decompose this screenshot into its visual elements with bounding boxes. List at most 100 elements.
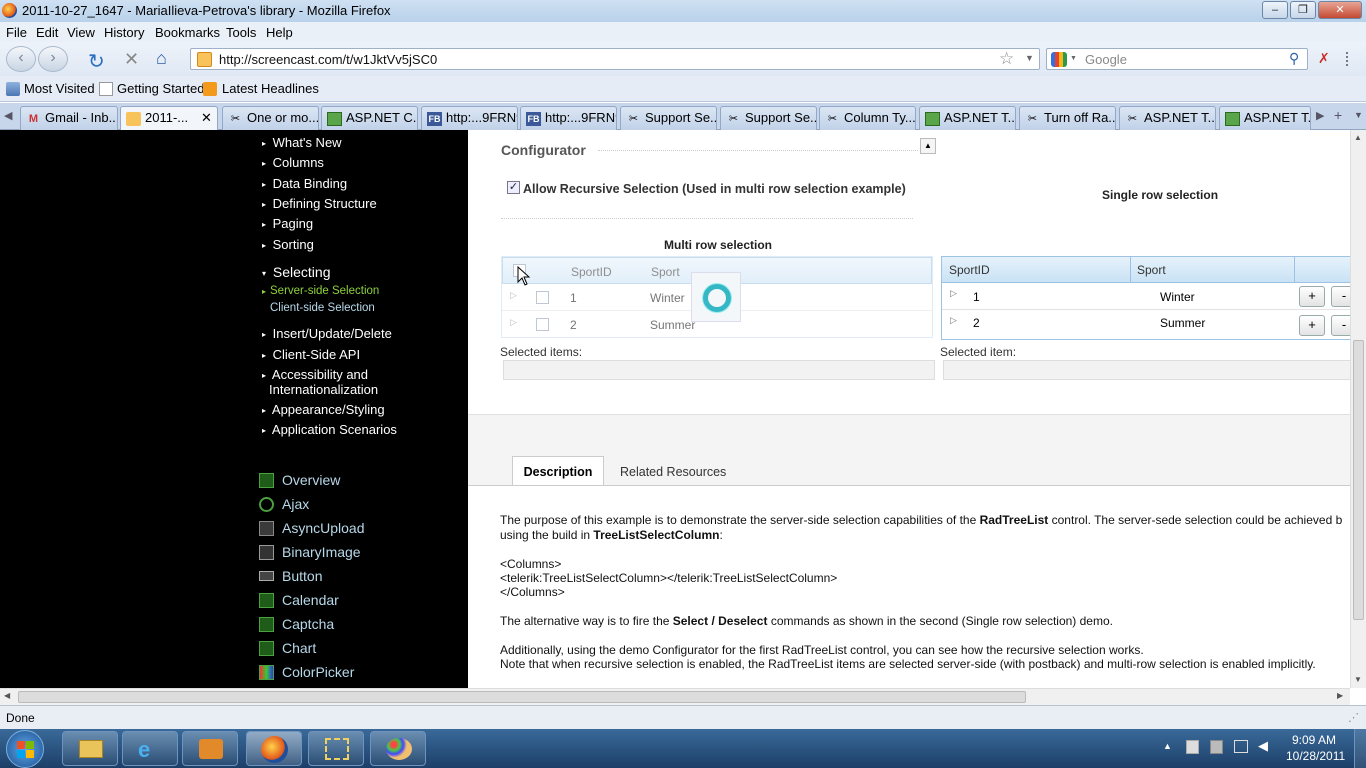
google-engine-icon[interactable]	[1051, 52, 1067, 67]
close-button[interactable]: ✕	[1318, 1, 1362, 19]
scroll-right-icon[interactable]: ▶	[1337, 691, 1343, 700]
tray-flag-icon[interactable]	[1186, 740, 1199, 754]
tab-gmail[interactable]: M Gmail - Inb...	[20, 106, 118, 130]
menu-file[interactable]: File	[6, 25, 27, 40]
bookmark-most-visited[interactable]: Most Visited	[24, 81, 95, 96]
recursive-selection-checkbox[interactable]: ✓	[507, 181, 520, 194]
taskbar-firefox[interactable]	[246, 731, 302, 766]
deselect-row-button[interactable]: -	[1331, 286, 1350, 307]
url-dropdown-icon[interactable]: ▼	[1025, 53, 1034, 63]
deselect-row-button[interactable]: -	[1331, 315, 1350, 336]
header-sportid[interactable]: SportID	[949, 263, 990, 277]
menu-tools[interactable]: Tools	[226, 25, 256, 40]
bookmark-latest-headlines[interactable]: Latest Headlines	[222, 81, 319, 96]
nav-client-side-api[interactable]: ▸ Client-Side API	[262, 347, 360, 362]
url-bar[interactable]: http://screencast.com/t/w1JktVv5jSC0 ☆ ▼	[190, 48, 1040, 70]
expand-icon[interactable]: ▷	[510, 290, 517, 301]
nav-selecting[interactable]: ▾ Selecting	[262, 264, 330, 280]
tab-10[interactable]: ASP.NET T...	[919, 106, 1016, 130]
tab-6[interactable]: FB http:...9FRN9	[520, 106, 617, 130]
addon-icon[interactable]: ✗	[1318, 50, 1330, 67]
tab-9[interactable]: ✂ Column Ty...	[819, 106, 916, 130]
nav-data-binding[interactable]: ▸ Data Binding	[262, 176, 347, 191]
nav-whats-new[interactable]: ▸ What's New	[262, 135, 342, 150]
horizontal-scroll-thumb[interactable]	[18, 691, 1026, 703]
taskbar-paint[interactable]	[370, 731, 426, 766]
tab-12[interactable]: ✂ ASP.NET T...	[1119, 106, 1216, 130]
tray-device-icon[interactable]	[1210, 740, 1223, 754]
nav-sorting[interactable]: ▸ Sorting	[262, 237, 314, 252]
control-asyncupload[interactable]: AsyncUpload	[259, 520, 365, 536]
tab-close-icon[interactable]: ✕	[201, 110, 212, 126]
select-row-button[interactable]: +	[1299, 315, 1325, 336]
control-colorpicker[interactable]: ColorPicker	[259, 664, 354, 680]
expand-icon[interactable]: ▷	[950, 288, 957, 299]
taskbar-snipping[interactable]	[308, 731, 364, 766]
nav-client-side-selection[interactable]: Client-side Selection	[270, 302, 375, 314]
search-icon[interactable]: ⚲	[1289, 50, 1299, 67]
control-button[interactable]: Button	[259, 568, 322, 584]
forward-button[interactable]: ›	[38, 46, 68, 72]
vertical-scrollbar[interactable]: ▲ ▼	[1350, 130, 1366, 688]
tab-3[interactable]: ✂ One or mo...	[222, 106, 319, 130]
show-desktop-button[interactable]	[1354, 729, 1366, 768]
menu-bookmarks[interactable]: Bookmarks	[155, 25, 220, 40]
nav-server-side-selection[interactable]: Server-side Selection	[270, 285, 379, 297]
maximize-button[interactable]: ❐	[1290, 1, 1316, 19]
engine-dropdown-icon[interactable]: ▼	[1070, 55, 1077, 62]
control-ajax[interactable]: Ajax	[259, 496, 309, 512]
horizontal-scrollbar[interactable]: ◀ ▶	[0, 688, 1350, 705]
collapse-configurator-button[interactable]: ▲	[920, 138, 936, 154]
search-input[interactable]: Google	[1085, 52, 1127, 67]
nav-internationalization[interactable]: Internationalization	[269, 382, 378, 397]
tab-13[interactable]: ASP.NET T...	[1219, 106, 1311, 130]
control-calendar[interactable]: Calendar	[259, 592, 339, 608]
nav-appearance-styling[interactable]: ▸ Appearance/Styling	[262, 402, 385, 417]
nav-accessibility[interactable]: ▸ Accessibility and	[262, 367, 368, 382]
new-tab-icon[interactable]: +	[1334, 107, 1342, 123]
nav-columns[interactable]: ▸ Columns	[262, 155, 324, 170]
search-bar[interactable]: ▼ Google ⚲	[1046, 48, 1308, 70]
menu-history[interactable]: History	[104, 25, 144, 40]
minimize-button[interactable]: –	[1262, 1, 1288, 19]
header-sportid[interactable]: SportID	[571, 265, 612, 279]
tab-11[interactable]: ✂ Turn off Ra...	[1019, 106, 1116, 130]
tab-description[interactable]: Description	[512, 456, 604, 486]
expand-icon[interactable]: ▷	[950, 315, 957, 326]
start-button[interactable]	[6, 730, 44, 768]
reload-icon[interactable]: ↻	[88, 49, 105, 74]
url-text[interactable]: http://screencast.com/t/w1JktVv5jSC0	[219, 52, 437, 67]
select-row-button[interactable]: +	[1299, 286, 1325, 307]
clock-time[interactable]: 9:09 AM	[1292, 733, 1336, 747]
nav-insert-update-delete[interactable]: ▸ Insert/Update/Delete	[262, 326, 392, 341]
nav-paging[interactable]: ▸ Paging	[262, 216, 313, 231]
table-row[interactable]: ▷ 1 Winter + -	[942, 283, 1350, 310]
bookmark-star-icon[interactable]: ☆	[999, 49, 1014, 69]
control-captcha[interactable]: Captcha	[259, 616, 334, 632]
taskbar-ie[interactable]: e	[122, 731, 178, 766]
scroll-down-icon[interactable]: ▼	[1354, 675, 1362, 684]
table-row[interactable]: ▷ 2 Summer + -	[942, 310, 1350, 337]
expand-icon[interactable]: ▷	[510, 317, 517, 328]
taskbar-media[interactable]	[182, 731, 238, 766]
menu-view[interactable]: View	[67, 25, 95, 40]
tray-expand-icon[interactable]: ▲	[1163, 741, 1172, 751]
tab-8[interactable]: ✂ Support Se...	[720, 106, 817, 130]
scroll-left-icon[interactable]: ◀	[4, 691, 10, 700]
vertical-scroll-thumb[interactable]	[1353, 340, 1364, 620]
tab-scroll-left-icon[interactable]: ◀	[4, 109, 12, 122]
menu-help[interactable]: Help	[266, 25, 293, 40]
stop-icon[interactable]: ✕	[124, 49, 139, 70]
header-sport[interactable]: Sport	[651, 265, 680, 279]
tab-5[interactable]: FB http:...9FRN9	[421, 106, 518, 130]
taskbar-explorer[interactable]	[62, 731, 118, 766]
control-chart[interactable]: Chart	[259, 640, 316, 656]
tray-network-icon[interactable]	[1234, 740, 1248, 753]
row-select-checkbox[interactable]	[536, 318, 549, 331]
nav-defining-structure[interactable]: ▸ Defining Structure	[262, 196, 377, 211]
row-select-checkbox[interactable]	[536, 291, 549, 304]
header-sport[interactable]: Sport	[1137, 263, 1166, 277]
tray-volume-icon[interactable]: ◀	[1258, 738, 1268, 754]
tab-4[interactable]: ASP.NET C...	[321, 106, 418, 130]
home-icon[interactable]: ⌂	[156, 48, 167, 69]
